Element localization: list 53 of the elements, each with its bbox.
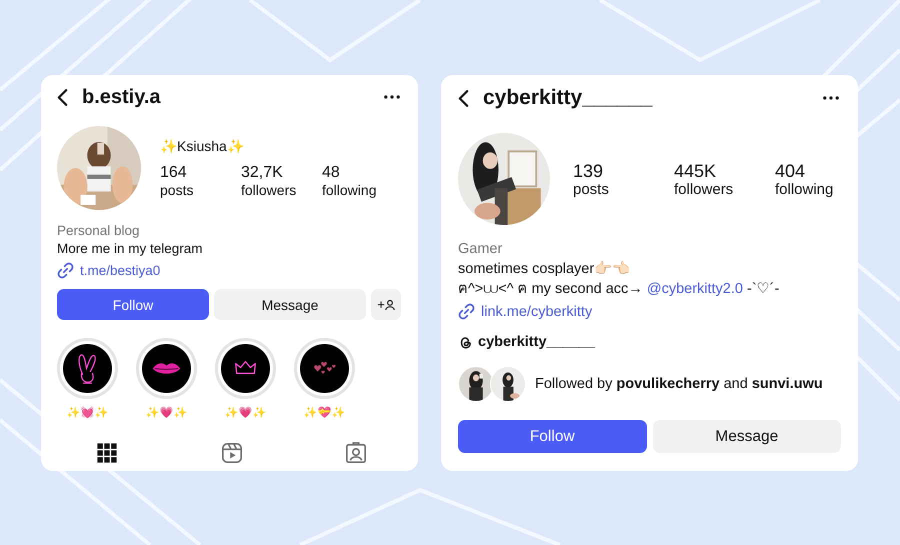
more-icon[interactable] — [384, 95, 400, 99]
bio-text: ฅ^>⩊<^ ฅ my second acc→ @cyberkitty2.0 -`♡´- — [458, 280, 780, 299]
followed-by-text: Followed by povulikecherry and sunvi.uwu — [535, 376, 823, 392]
message-button[interactable]: Message — [214, 289, 366, 320]
stat-value: 404 — [775, 160, 806, 180]
hearts-icon — [300, 344, 349, 393]
message-button[interactable]: Message — [652, 420, 841, 453]
add-friend-button[interactable]: + — [371, 289, 401, 320]
mention-link[interactable]: @cyberkitty2.0 — [646, 281, 743, 297]
crown-icon — [221, 344, 270, 393]
person-icon — [384, 298, 395, 310]
highlight-cover[interactable] — [57, 338, 118, 399]
tagged-icon[interactable] — [345, 442, 367, 464]
username: cyberkitty______ — [483, 86, 654, 110]
category-label: Personal blog — [57, 222, 141, 240]
display-name: ✨Ksiusha✨ — [160, 138, 245, 154]
stat-label: following — [322, 182, 378, 198]
highlight-cover[interactable] — [294, 338, 355, 399]
threads-icon[interactable] — [458, 334, 473, 350]
follow-button[interactable]: Follow — [57, 289, 209, 320]
bunny-icon — [63, 344, 112, 393]
stat-label: posts — [573, 180, 610, 198]
highlight-label: ✨💓✨ — [66, 406, 108, 419]
back-icon[interactable] — [57, 88, 68, 106]
back-icon[interactable] — [458, 88, 469, 108]
follow-button[interactable]: Follow — [458, 420, 646, 453]
stat-label: following — [775, 180, 834, 198]
stat-value: 164 — [160, 164, 188, 182]
stat-value: 139 — [573, 160, 604, 180]
highlight-cover[interactable] — [215, 338, 276, 399]
profile-link[interactable]: t.me/bestiya0 — [80, 263, 160, 278]
grid-icon[interactable] — [96, 442, 118, 464]
stat-value: 48 — [322, 164, 341, 182]
bio-text: sometimes cosplayer👉🏻👈🏻 — [458, 260, 632, 279]
bio-text: More me in my telegram — [57, 240, 204, 258]
username: b.estiy.a — [82, 86, 162, 108]
highlight-cover[interactable] — [136, 338, 197, 399]
stat-label: posts — [160, 182, 194, 198]
threads-username[interactable]: cyberkitty______ — [478, 334, 595, 350]
highlight-label: ✨💗✨ — [146, 406, 188, 419]
link-icon — [57, 262, 74, 279]
reels-icon[interactable] — [220, 442, 242, 464]
more-icon[interactable] — [823, 96, 839, 100]
stat-label: followers — [674, 180, 734, 198]
highlight-label: ✨💗✨ — [224, 406, 266, 419]
lips-icon — [142, 344, 191, 393]
profile-link[interactable]: link.me/cyberkitty — [481, 304, 592, 320]
stat-value: 445K — [674, 160, 718, 180]
link-icon — [458, 303, 475, 320]
stat-value: 32,7K — [241, 164, 284, 182]
highlight-label: ✨💝✨ — [304, 406, 346, 419]
category-label: Gamer — [458, 240, 504, 259]
stat-label: followers — [241, 182, 298, 198]
